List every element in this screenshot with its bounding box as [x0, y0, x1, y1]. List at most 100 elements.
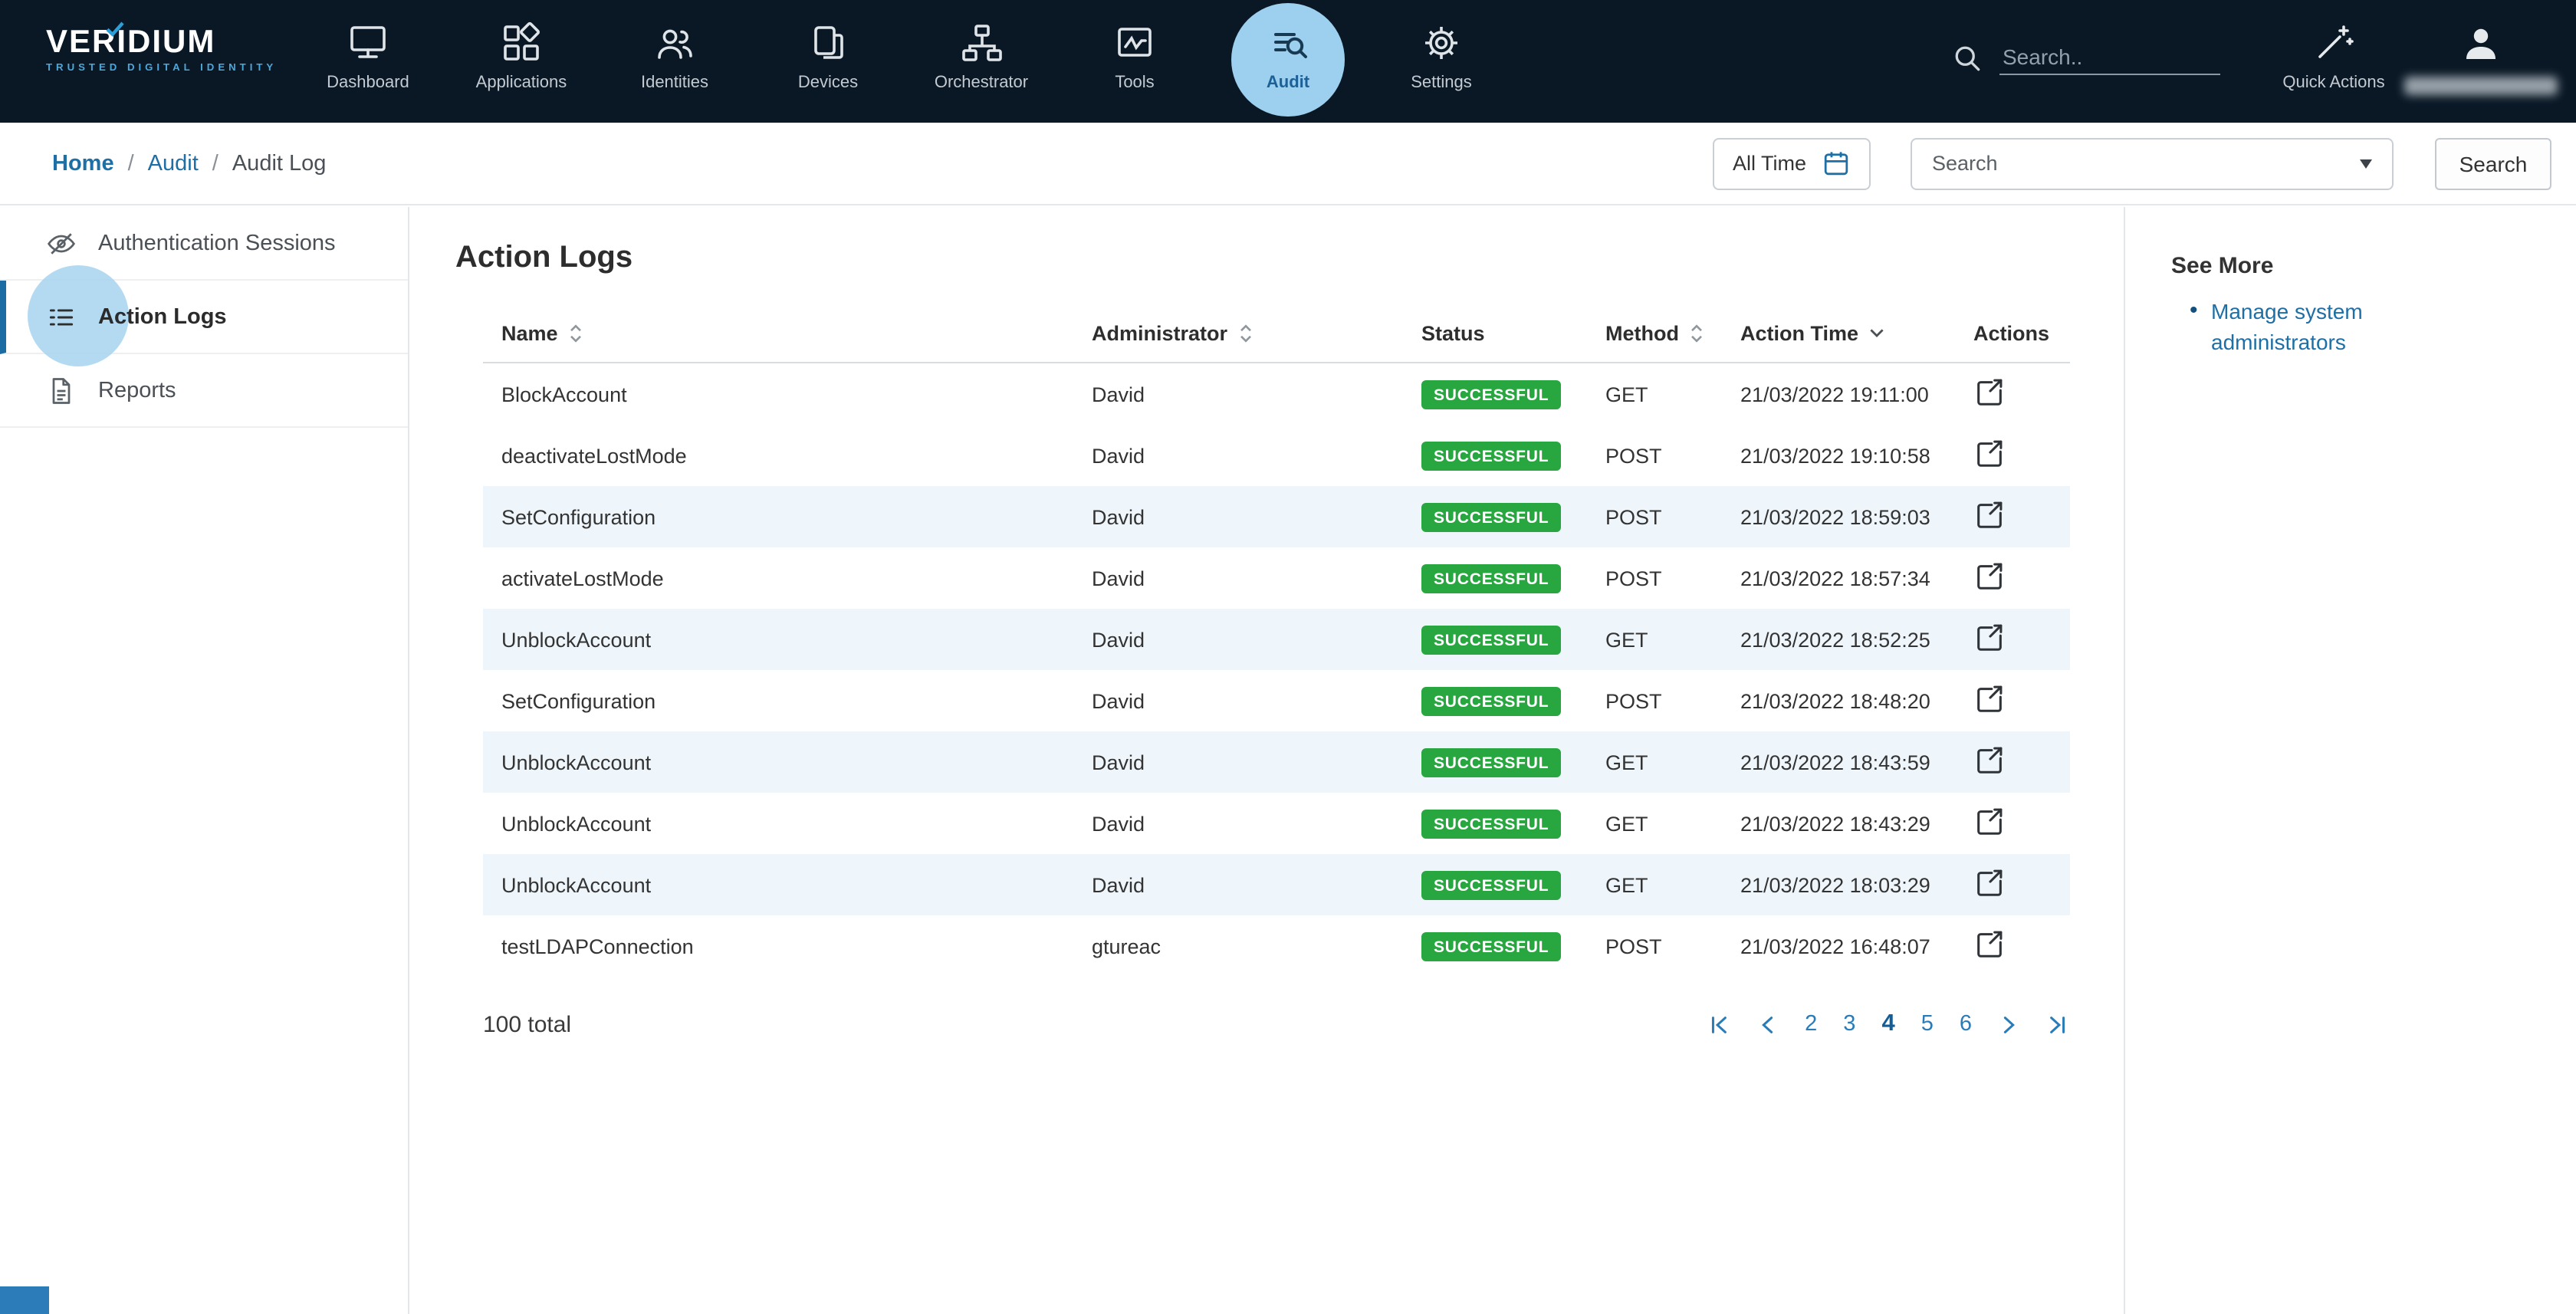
view-log-detail-button[interactable] — [1973, 560, 2006, 592]
page-number[interactable]: 3 — [1843, 1012, 1855, 1036]
view-log-detail-button[interactable] — [1973, 805, 2006, 837]
view-log-detail-button[interactable] — [1973, 928, 2006, 960]
nav-item-settings[interactable]: Settings — [1372, 0, 1510, 123]
next-page-button[interactable] — [1998, 1013, 2021, 1036]
previous-page-button[interactable] — [1756, 1013, 1779, 1036]
search-filter-dropdown[interactable]: Search — [1911, 137, 2394, 189]
cell-status: SUCCESSFUL — [1403, 915, 1587, 977]
bottom-left-widget[interactable] — [0, 1286, 49, 1314]
column-header-actions: Actions — [1955, 304, 2070, 363]
cell-actions — [1955, 915, 2070, 977]
cell-action-time: 21/03/2022 18:57:34 — [1722, 547, 1955, 609]
view-log-detail-button[interactable] — [1973, 744, 2006, 776]
first-page-button[interactable] — [1707, 1013, 1730, 1036]
action-logs-icon — [46, 301, 77, 332]
cell-status: SUCCESSFUL — [1403, 609, 1587, 670]
see-more-list: Manage system administrators — [2171, 297, 2545, 357]
page-number[interactable]: 5 — [1921, 1012, 1934, 1036]
status-badge: SUCCESSFUL — [1421, 625, 1561, 654]
cell-name: activateLostMode — [483, 547, 1073, 609]
nav-item-identities[interactable]: Identities — [606, 0, 744, 123]
user-avatar-icon — [2458, 20, 2504, 66]
time-range-button[interactable]: All Time — [1713, 137, 1871, 189]
status-badge: SUCCESSFUL — [1421, 931, 1561, 961]
user-menu[interactable] — [2407, 0, 2555, 95]
identities-icon — [652, 20, 698, 66]
page-number-active[interactable]: 4 — [1881, 1010, 1894, 1038]
cell-method: GET — [1587, 609, 1722, 670]
cell-status: SUCCESSFUL — [1403, 731, 1587, 793]
column-header-name[interactable]: Name — [483, 304, 1073, 363]
page-number[interactable]: 6 — [1960, 1012, 1972, 1036]
search-icon — [1950, 41, 1984, 74]
pagination: 2 3 4 5 6 — [1707, 1010, 2070, 1038]
global-search-input[interactable] — [1999, 40, 2220, 75]
status-badge: SUCCESSFUL — [1421, 686, 1561, 715]
primary-nav: Dashboard Applications Identities Device… — [299, 0, 1510, 123]
cell-actions — [1955, 670, 2070, 731]
dashboard-icon — [345, 20, 391, 66]
cell-name: testLDAPConnection — [483, 915, 1073, 977]
table-row: SetConfiguration David SUCCESSFUL POST 2… — [483, 486, 2070, 547]
sidebar-item-action-logs[interactable]: Action Logs — [0, 281, 408, 354]
nav-item-applications[interactable]: Applications — [452, 0, 590, 123]
brand-name: VERIDIUM — [46, 26, 277, 60]
cell-name: UnblockAccount — [483, 609, 1073, 670]
nav-item-dashboard[interactable]: Dashboard — [299, 0, 437, 123]
column-label: Status — [1421, 321, 1485, 344]
cell-status: SUCCESSFUL — [1403, 670, 1587, 731]
view-log-detail-button[interactable] — [1973, 437, 2006, 469]
status-badge: SUCCESSFUL — [1421, 747, 1561, 777]
breadcrumb-audit-link[interactable]: Audit — [148, 151, 199, 176]
cell-administrator: David — [1073, 425, 1403, 486]
cell-method: POST — [1587, 915, 1722, 977]
view-log-detail-button[interactable] — [1973, 866, 2006, 898]
breadcrumb-home-link[interactable]: Home — [52, 151, 114, 176]
breadcrumb-separator: / — [212, 151, 219, 176]
column-header-action-time[interactable]: Action Time — [1722, 304, 1955, 363]
nav-item-audit[interactable]: Audit — [1219, 0, 1357, 123]
cell-method: GET — [1587, 854, 1722, 915]
settings-icon — [1418, 20, 1464, 66]
last-page-button[interactable] — [2047, 1013, 2070, 1036]
view-log-detail-button[interactable] — [1973, 498, 2006, 531]
nav-item-devices[interactable]: Devices — [759, 0, 897, 123]
table-row: activateLostMode David SUCCESSFUL POST 2… — [483, 547, 2070, 609]
user-name-redacted — [2404, 77, 2558, 95]
manage-system-administrators-link[interactable]: Manage system administrators — [2211, 297, 2418, 357]
view-log-detail-button[interactable] — [1973, 376, 2006, 408]
veridium-logo[interactable]: VERIDIUM TRUSTED DIGITAL IDENTITY — [46, 26, 277, 74]
quick-actions-label: Quick Actions — [2282, 74, 2384, 92]
orchestrator-icon — [958, 20, 1004, 66]
nav-label: Audit — [1267, 74, 1309, 92]
cell-administrator: David — [1073, 670, 1403, 731]
see-more-title: See More — [2171, 253, 2545, 279]
view-log-detail-button[interactable] — [1973, 682, 2006, 714]
sidebar-item-reports[interactable]: Reports — [0, 354, 408, 428]
page-number[interactable]: 2 — [1805, 1012, 1817, 1036]
table-row: UnblockAccount David SUCCESSFUL GET 21/0… — [483, 609, 2070, 670]
status-badge: SUCCESSFUL — [1421, 809, 1561, 838]
cell-name: SetConfiguration — [483, 486, 1073, 547]
global-search — [1950, 40, 2220, 75]
cell-method: GET — [1587, 731, 1722, 793]
column-header-administrator[interactable]: Administrator — [1073, 304, 1403, 363]
table-row: UnblockAccount David SUCCESSFUL GET 21/0… — [483, 793, 2070, 854]
cell-administrator: David — [1073, 609, 1403, 670]
sort-desc-icon — [1869, 327, 1884, 338]
view-log-detail-button[interactable] — [1973, 621, 2006, 653]
column-header-method[interactable]: Method — [1587, 304, 1722, 363]
sort-icon — [1690, 323, 1704, 343]
devices-icon — [805, 20, 851, 66]
cell-action-time: 21/03/2022 16:48:07 — [1722, 915, 1955, 977]
nav-item-orchestrator[interactable]: Orchestrator — [912, 0, 1050, 123]
cell-status: SUCCESSFUL — [1403, 793, 1587, 854]
cell-actions — [1955, 547, 2070, 609]
search-button[interactable]: Search — [2435, 137, 2551, 189]
tools-icon — [1112, 20, 1158, 66]
cell-action-time: 21/03/2022 19:11:00 — [1722, 363, 1955, 425]
page-title: Action Logs — [455, 241, 2124, 276]
nav-item-tools[interactable]: Tools — [1066, 0, 1204, 123]
quick-actions-button[interactable]: Quick Actions — [2260, 0, 2407, 92]
applications-icon — [498, 20, 544, 66]
